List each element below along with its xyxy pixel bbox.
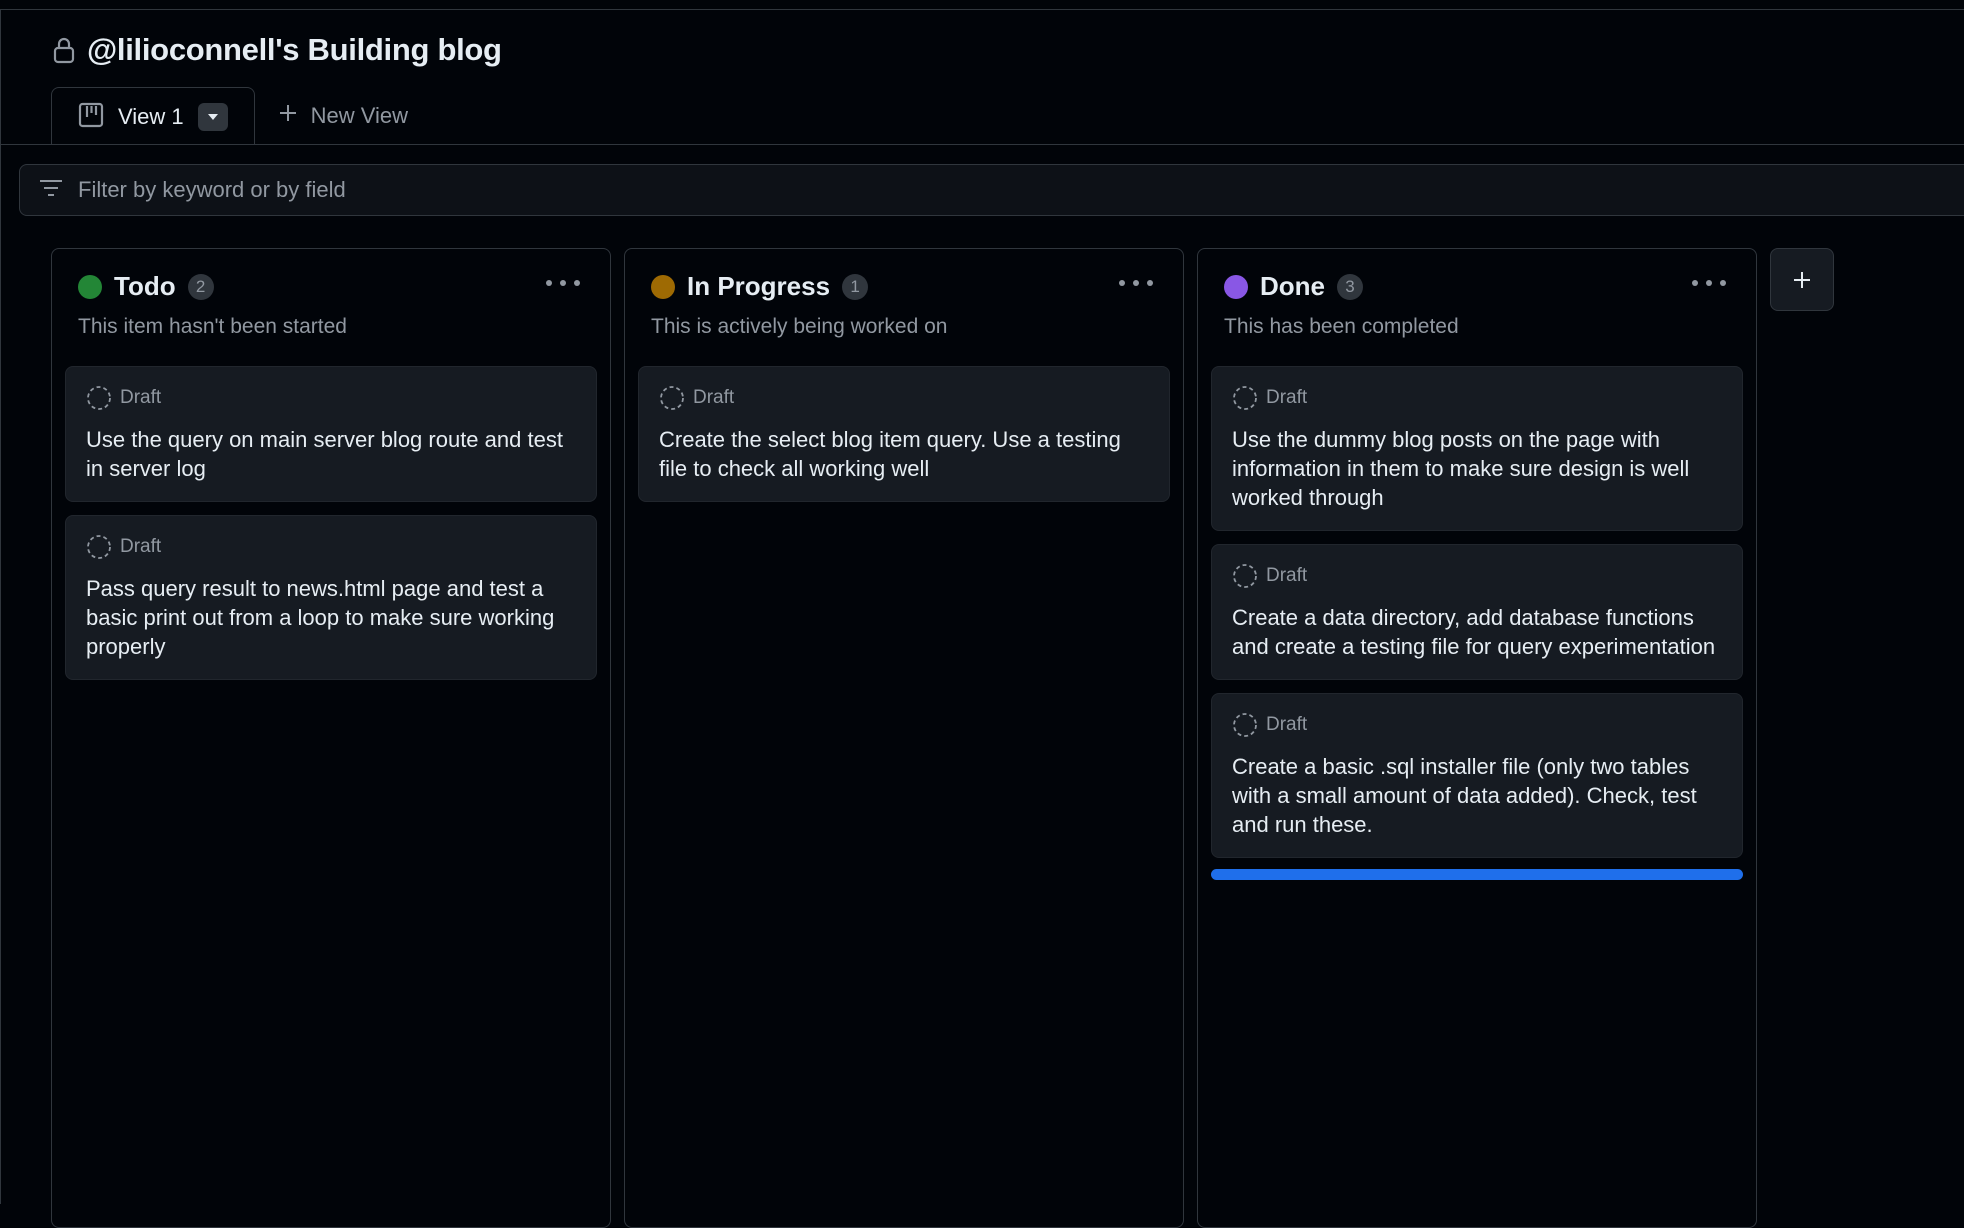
card-title[interactable]: Pass query result to news.html page and …: [86, 574, 578, 661]
window-top-border: [0, 0, 1964, 10]
card-list: Draft Use the dummy blog posts on the pa…: [1211, 366, 1743, 880]
draft-circle-icon: [87, 386, 111, 410]
column-todo: Todo 2 This item hasn't been started Dra…: [51, 248, 611, 1228]
column-header: Todo 2: [78, 271, 214, 302]
status-dot-icon: [78, 274, 102, 299]
add-column-button[interactable]: [1770, 248, 1834, 311]
filter-icon: [38, 178, 64, 203]
card-meta: Draft: [86, 534, 578, 560]
column-description: This is actively being worked on: [651, 315, 948, 338]
project-title-row: @lilioconnell's Building blog: [51, 32, 502, 68]
card-list: Draft Create the select blog item query.…: [638, 366, 1170, 502]
card-title[interactable]: Create a basic .sql installer file (only…: [1232, 752, 1724, 839]
card[interactable]: Draft Use the dummy blog posts on the pa…: [1211, 366, 1743, 531]
card-title[interactable]: Create the select blog item query. Use a…: [659, 425, 1151, 483]
project-title: @lilioconnell's Building blog: [87, 32, 502, 67]
draft-circle-icon: [1233, 713, 1257, 737]
column-name: Todo: [114, 271, 176, 301]
card-title[interactable]: Create a data directory, add database fu…: [1232, 603, 1724, 661]
draft-circle-icon: [1233, 386, 1257, 410]
new-view-label: New View: [310, 102, 409, 128]
card-meta: Draft: [86, 385, 578, 411]
column-header: Done 3: [1224, 271, 1363, 302]
status-dot-icon: [1224, 274, 1248, 299]
draft-circle-icon: [1233, 564, 1257, 588]
tab-menu-button[interactable]: [197, 103, 228, 131]
column-count-badge: 1: [842, 273, 869, 300]
new-view-button[interactable]: New View: [255, 86, 430, 145]
card[interactable]: Draft Use the query on main server blog …: [65, 366, 597, 502]
drop-indicator: [1211, 869, 1743, 880]
card-meta: Draft: [1232, 712, 1724, 738]
card-list: Draft Use the query on main server blog …: [65, 366, 597, 680]
card[interactable]: Draft Create a data directory, add datab…: [1211, 544, 1743, 680]
draft-circle-icon: [660, 386, 684, 410]
triangle-down-icon: [207, 114, 218, 120]
card-status: Draft: [120, 536, 162, 557]
column-header: In Progress 1: [651, 271, 869, 302]
card-status: Draft: [693, 387, 735, 408]
card[interactable]: Draft Create the select blog item query.…: [638, 366, 1170, 502]
kebab-horizontal-icon[interactable]: [1119, 277, 1153, 289]
card-title[interactable]: Use the dummy blog posts on the page wit…: [1232, 425, 1724, 512]
tab-view-1[interactable]: View 1: [51, 87, 255, 146]
column-count-badge: 2: [187, 273, 214, 300]
column-description: This has been completed: [1224, 315, 1459, 338]
card-title[interactable]: Use the query on main server blog route …: [86, 425, 578, 483]
filter-input[interactable]: Filter by keyword or by field: [19, 164, 1964, 216]
card[interactable]: Draft Pass query result to news.html pag…: [65, 515, 597, 680]
filter-placeholder: Filter by keyword or by field: [78, 177, 346, 202]
kebab-horizontal-icon[interactable]: [546, 277, 580, 289]
card-meta: Draft: [1232, 385, 1724, 411]
kebab-horizontal-icon[interactable]: [1692, 277, 1726, 289]
board-icon: [78, 102, 104, 133]
plus-icon: [277, 102, 299, 130]
column-in-progress: In Progress 1 This is actively being wor…: [624, 248, 1184, 1228]
column-name: In Progress: [687, 271, 831, 301]
card-status: Draft: [120, 387, 162, 408]
project-header: @lilioconnell's Building blog View 1 New…: [0, 10, 1964, 146]
card-status: Draft: [1266, 387, 1308, 408]
column-done: Done 3 This has been completed Draft Use…: [1197, 248, 1757, 1228]
tab-view-1-label: View 1: [118, 104, 184, 129]
status-dot-icon: [651, 274, 675, 299]
card-meta: Draft: [659, 385, 1151, 411]
plus-icon: [1794, 271, 1810, 288]
column-name: Done: [1260, 271, 1325, 301]
lock-icon: [51, 35, 77, 65]
card-status: Draft: [1266, 714, 1308, 735]
view-tabs: View 1 New View: [51, 86, 430, 146]
column-count-badge: 3: [1337, 273, 1363, 300]
card-status: Draft: [1266, 565, 1308, 586]
column-description: This item hasn't been started: [78, 315, 347, 338]
card[interactable]: Draft Create a basic .sql installer file…: [1211, 693, 1743, 858]
card-meta: Draft: [1232, 563, 1724, 589]
draft-circle-icon: [87, 535, 111, 559]
